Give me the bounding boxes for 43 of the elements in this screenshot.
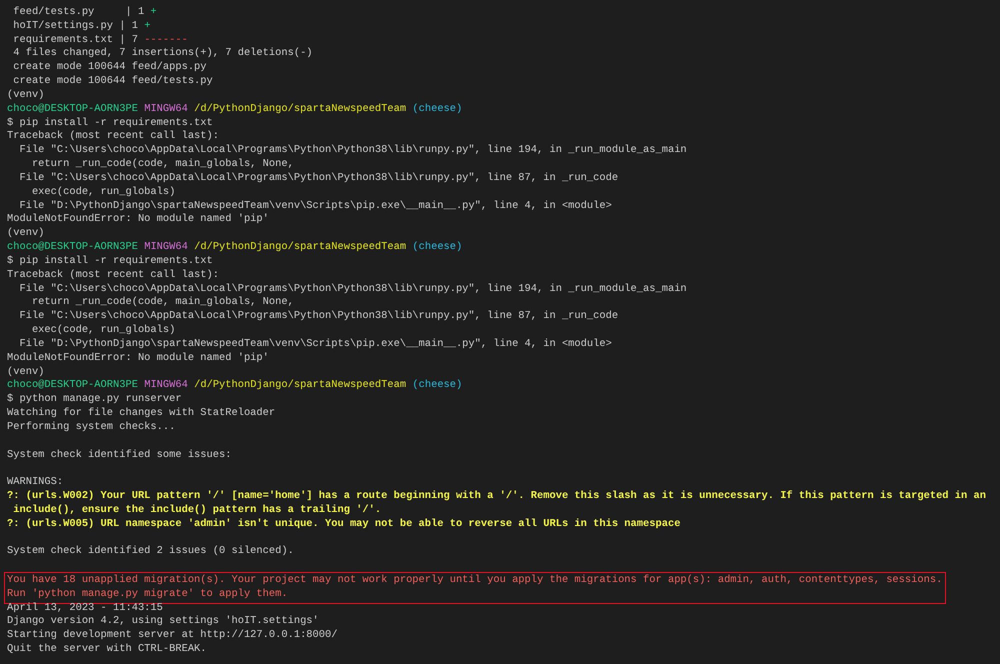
output-line: Traceback (most recent call last): (7, 130, 220, 144)
output-line: create mode 100644 feed/apps.py (12, 61, 207, 76)
output-line: File "D:\PythonDjango\spartaNewspeedTeam\venv\Scripts\pip.exe\__main__.py", line 4, in <module> (18, 338, 612, 352)
diff-stat-line: feed/tests.py | 1 + (12, 6, 157, 20)
output-line: Watching for file changes with StatReloader (7, 407, 276, 421)
output-line: ModuleNotFoundError: No module named 'pip' (7, 352, 269, 366)
command-line: $ pip install -r requirements.txt (7, 254, 213, 269)
warning-line: include(), ensure the include() pattern has a trailing '/'. (12, 504, 382, 518)
error-line: Run 'python manage.py migrate' to apply them. (7, 588, 288, 602)
output-line: April 13, 2023 - 11:43:15 (7, 602, 163, 616)
output-line: (venv) (7, 88, 44, 103)
output-line: WARNINGS: (7, 476, 64, 490)
output-line: 4 files changed, 7 insertions(+), 7 deletions(-) (12, 47, 313, 62)
diff-stat-line: hoIT/settings.py | 1 + (12, 20, 150, 34)
warning-line: ?: (urls.W002) Your URL pattern '/' [name='home'] has a route beginning with a '/'. Remove this slash as it is unnecessary. If this pattern is targeted in an (7, 490, 986, 504)
prompt-line: choco@DESKTOP-AORN3PE MINGW64 /d/PythonDjango/spartaNewspeedTeam (cheese) (7, 241, 462, 255)
output-line: return _run_code(code, main_globals, None, (30, 296, 294, 310)
output-line: (venv) (7, 227, 44, 242)
error-line: You have 18 unapplied migration(s). Your project may not work properly until you apply the migrations for app(s): admin, auth, contenttypes, sessions. (7, 574, 942, 588)
output-line: Performing system checks... (7, 420, 176, 435)
output-line: Django version 4.2, using settings 'hoIT.settings' (7, 615, 319, 630)
output-line: create mode 100644 feed/tests.py (12, 75, 213, 89)
prompt-line: choco@DESKTOP-AORN3PE MINGW64 /d/PythonDjango/spartaNewspeedTeam (cheese) (7, 379, 462, 394)
output-line: Starting development server at http://127.0.0.1:8000/ (7, 629, 338, 644)
output-line: return _run_code(code, main_globals, None, (30, 158, 294, 172)
output-line: ModuleNotFoundError: No module named 'pip' (7, 213, 269, 228)
output-line: File "D:\PythonDjango\spartaNewspeedTeam\venv\Scripts\pip.exe\__main__.py", line 4, in <module> (18, 200, 612, 214)
diff-stat-line: requirements.txt | 7 ------- (12, 34, 188, 48)
output-line: (venv) (7, 366, 44, 380)
prompt-line: choco@DESKTOP-AORN3PE MINGW64 /d/PythonDjango/spartaNewspeedTeam (cheese) (7, 102, 462, 117)
output-line: Quit the server with CTRL-BREAK. (7, 643, 207, 657)
output-line: exec(code, run_globals) (30, 324, 176, 338)
output-line: System check identified 2 issues (0 silenced). (7, 545, 294, 560)
command-line: $ python manage.py runserver (7, 393, 182, 408)
output-line: File "C:\Users\choco\AppData\Local\Programs\Python\Python38\lib\runpy.py", line 194, in _run_module_as_main (18, 144, 687, 158)
output-line: File "C:\Users\choco\AppData\Local\Programs\Python\Python38\lib\runpy.py", line 87, in _run_code (18, 310, 618, 324)
output-line: exec(code, run_globals) (30, 186, 176, 200)
output-line: File "C:\Users\choco\AppData\Local\Programs\Python\Python38\lib\runpy.py", line 194, in _run_module_as_main (18, 282, 687, 296)
output-line: System check identified some issues: (7, 448, 232, 462)
output-line: Traceback (most recent call last): (7, 268, 220, 283)
output-line: File "C:\Users\choco\AppData\Local\Programs\Python\Python38\lib\runpy.py", line 87, in _run_code (18, 172, 618, 186)
command-line: $ pip install -r requirements.txt (7, 116, 213, 130)
warning-line: ?: (urls.W005) URL namespace 'admin' isn't unique. You may not be able to reverse all URLs in this namespace (7, 518, 680, 532)
